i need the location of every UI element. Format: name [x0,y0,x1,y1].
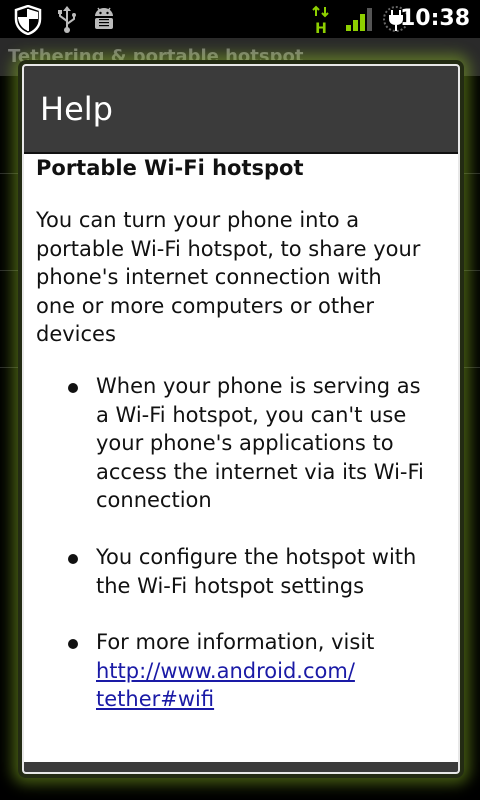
dialog-footer [24,762,458,772]
bullet-line: your phone's applications to [96,431,394,456]
bullet-item: For more information, visit http://www.a… [36,628,446,714]
signal-strength-icon [345,5,375,37]
bullet-icon [68,383,78,393]
bullet-line: access the internet via its Wi-Fi [96,459,424,484]
bullet-line: a Wi-Fi hotspot, you can't use [96,402,407,427]
bullet-line: You configure the hotspot with [96,544,417,569]
bullet-line: For more information, visit [96,630,375,655]
bullet-text: When your phone is serving as a Wi-Fi ho… [96,372,446,515]
shield-icon [14,4,42,39]
help-link[interactable]: http://www.android.com/ tether#wifi [96,657,446,714]
dialog-body[interactable]: Portable Wi-Fi hotspot You can turn your… [24,154,458,766]
bullet-icon [68,553,78,564]
intro-line: You can turn your phone into a [36,208,360,232]
intro-line: phone's internet connection with [36,265,382,290]
dialog-header: Help [24,66,458,154]
screen: H 10:38 Tethering & portable hotspot Hel… [0,0,480,800]
status-bar: H 10:38 [0,0,480,38]
bullet-item: When your phone is serving as a Wi-Fi ho… [36,372,446,515]
android-debug-icon [92,5,116,37]
bullet-text: For more information, visit http://www.a… [96,628,446,714]
intro-line: devices [36,322,116,347]
data-activity-icon: H [310,5,332,39]
status-time: 10:38 [399,6,470,31]
bullet-list: When your phone is serving as a Wi-Fi ho… [36,372,446,742]
usb-icon [56,5,78,37]
intro-line: one or more computers or other [36,293,374,318]
bullet-line: When your phone is serving as [96,374,421,398]
help-intro-paragraph: You can turn your phone into a portable … [36,206,446,349]
help-link-line[interactable]: http://www.android.com/ [96,657,446,686]
bullet-text: You configure the hotspot with the Wi-Fi… [96,543,446,600]
help-link-line[interactable]: tether#wifi [96,685,446,714]
help-heading: Portable Wi-Fi hotspot [36,156,304,180]
network-type-label: H [315,21,327,35]
bullet-line: the Wi-Fi hotspot settings [96,573,365,598]
bullet-item: You configure the hotspot with the Wi-Fi… [36,543,446,600]
intro-line: portable Wi-Fi hotspot, to share your [36,236,421,261]
bullet-line: connection [96,488,212,513]
help-dialog: Help Portable Wi-Fi hotspot You can turn… [22,64,460,774]
dialog-title: Help [40,90,113,128]
bullet-icon [68,639,78,650]
